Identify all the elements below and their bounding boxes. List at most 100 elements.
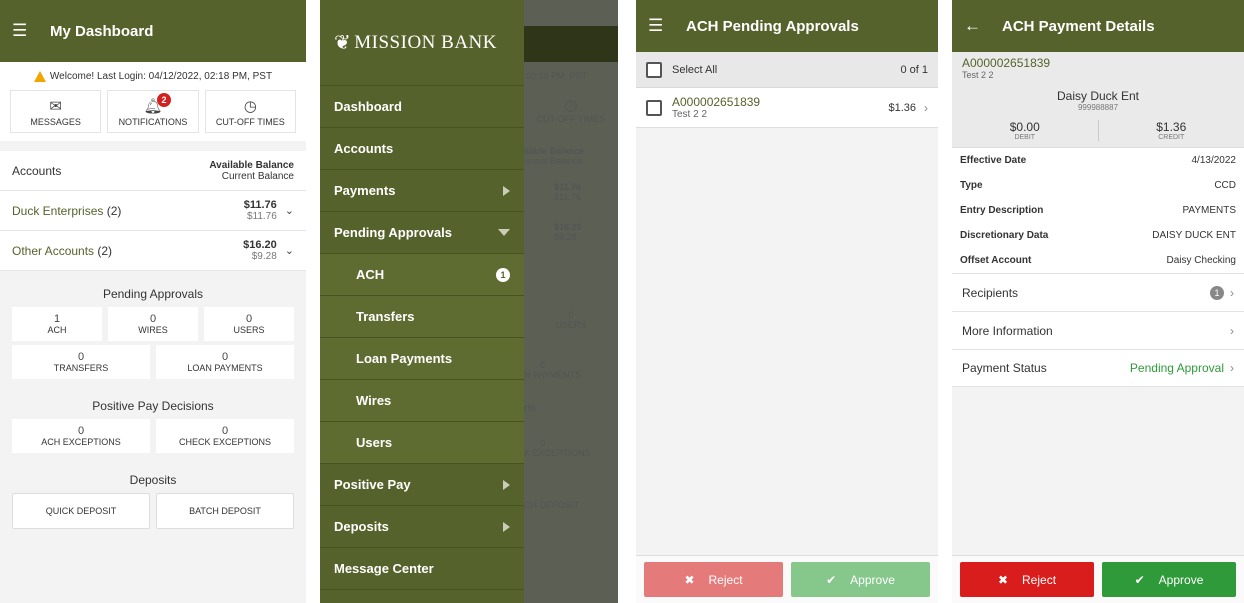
list-item[interactable]: A000002651839 Test 2 2 $1.36 › [636, 88, 938, 128]
count: 0 [149, 313, 157, 325]
positive-pay-section: Positive Pay Decisions 0 ACH EXCEPTIONS 0… [0, 393, 306, 463]
close-icon: ✖ [997, 572, 1009, 587]
current-balance: $11.76 [246, 211, 277, 222]
dim-text: ilable Balance [524, 146, 585, 156]
pending-users-tile[interactable]: 0 USERS [204, 307, 294, 341]
ach-pending-header: ☰ ACH Pending Approvals [636, 0, 938, 52]
batch-deposit-button[interactable]: BATCH DEPOSIT [156, 493, 294, 529]
select-all-checkbox[interactable] [646, 61, 662, 78]
menu-item-accounts[interactable]: Accounts [320, 128, 524, 170]
recipients-count: 1 [1210, 285, 1224, 300]
page-title: ACH Payment Details [1002, 17, 1155, 35]
ach-pending-approvals-screen: ☰ ACH Pending Approvals Select All 0 of … [636, 0, 938, 603]
quick-deposit-button[interactable]: QUICK DEPOSIT [12, 493, 150, 529]
logo-mark-icon: ❦ [334, 32, 352, 54]
pending-ach-tile[interactable]: 1 ACH [12, 307, 102, 341]
notifications-tile[interactable]: 🔔︎ 2 NOTIFICATIONS [107, 90, 199, 133]
item-checkbox[interactable] [646, 99, 662, 116]
more-information-row[interactable]: More Information › [952, 311, 1244, 349]
cutoff-times-tile[interactable]: ◷ CUT-OFF TIMES [204, 90, 296, 133]
count: 0 [245, 313, 253, 325]
menu-label: Pending Approvals [334, 225, 452, 240]
dimmed-dashboard[interactable]: 02:18 PM, PST ◷ CUT-OFF TIMES ilable Bala… [524, 0, 618, 603]
bank-logo: ❦ MISSION BANK [320, 0, 524, 86]
menu-label: Loan Payments [356, 351, 453, 366]
payee-number: 999988887 [1077, 103, 1119, 112]
menu-label: Payments [334, 183, 396, 198]
approve-button[interactable]: ✔ Approve [1102, 562, 1236, 597]
clock-icon: ◷ [564, 97, 578, 114]
pending-transfers-tile[interactable]: 0 TRANSFERS [12, 345, 150, 379]
label: WIRES [138, 325, 168, 335]
payee-name: Daisy Duck Ent [1056, 89, 1140, 103]
menu-item-dashboard[interactable]: Dashboard [320, 86, 524, 128]
menu-item-deposits[interactable]: Deposits [320, 506, 524, 548]
account-group-row[interactable]: Other Accounts (2) $16.20 $9.28 ⌄ [0, 231, 306, 271]
status-value: Pending Approval [1129, 361, 1224, 375]
current-balance-header: Current Balance [221, 170, 294, 182]
account-group-name: Duck Enterprises [12, 203, 104, 218]
hamburger-icon[interactable]: ☰ [648, 16, 674, 36]
bell-icon: 🔔︎ [143, 98, 163, 115]
account-count: (2) [97, 243, 113, 258]
detail-key: Effective Date [960, 155, 1027, 166]
menu-item-users[interactable]: Users [320, 422, 524, 464]
account-group-name: Other Accounts [12, 243, 95, 258]
detail-key: Entry Description [960, 205, 1044, 216]
menu-item-payments[interactable]: Payments [320, 170, 524, 212]
selected-count: 0 of 1 [900, 63, 928, 76]
menu-item-message-center[interactable]: Message Center [320, 548, 524, 590]
menu-item-pending-approvals[interactable]: Pending Approvals [320, 212, 524, 254]
menu-drawer-screen: 02:18 PM, PST ◷ CUT-OFF TIMES ilable Bala… [320, 0, 618, 603]
dim-text: $11.76 [554, 192, 581, 202]
reject-button[interactable]: ✖ Reject [960, 562, 1094, 597]
label: TRANSFERS [53, 363, 109, 373]
ach-exceptions-tile[interactable]: 0 ACH EXCEPTIONS [12, 419, 150, 453]
select-all-row[interactable]: Select All 0 of 1 [636, 52, 938, 88]
menu-item-loan-payments[interactable]: Loan Payments [320, 338, 524, 380]
payment-details-header: ← ACH Payment Details [952, 0, 1244, 52]
detail-value: PAYMENTS [1182, 205, 1236, 216]
count: 0 [221, 425, 229, 437]
dim-text: 0 [568, 310, 574, 320]
check-icon: ✔ [826, 572, 837, 587]
chevron-down-icon[interactable]: ⌄ [285, 244, 294, 257]
detail-key: Discretionary Data [960, 230, 1049, 241]
reject-button[interactable]: ✖ Reject [644, 562, 783, 597]
dim-text: $16.20 [554, 222, 582, 232]
available-balance-header: Available Balance [209, 159, 294, 171]
account-group-row[interactable]: Duck Enterprises (2) $11.76 $11.76 ⌄ [0, 191, 306, 231]
row-label: Payment Status [962, 361, 1047, 375]
messages-tile[interactable]: ✉ MESSAGES [10, 90, 102, 133]
detail-value: Daisy Checking [1166, 255, 1236, 266]
recipients-row[interactable]: Recipients 1 › [952, 273, 1244, 311]
welcome-banner: Welcome! Last Login: 04/12/2022, 02:18 P… [0, 62, 306, 90]
menu-item-wires[interactable]: Wires [320, 380, 524, 422]
approve-button[interactable]: ✔ Approve [791, 562, 930, 597]
menu-item-transfers[interactable]: Transfers [320, 296, 524, 338]
menu-label: ACH [356, 267, 385, 282]
back-arrow-icon[interactable]: ← [964, 16, 990, 36]
chevron-down-icon[interactable]: ⌄ [285, 204, 294, 217]
label: ACH [47, 325, 67, 335]
pending-loan-payments-tile[interactable]: 0 LOAN PAYMENTS [156, 345, 294, 379]
select-all-label: Select All [672, 63, 718, 76]
payment-status-row[interactable]: Payment Status Pending Approval › [952, 349, 1244, 387]
ach-payment-details-screen: ← ACH Payment Details A000002651839 Test… [952, 0, 1244, 603]
account-count: (2) [106, 203, 122, 218]
page-title: ACH Pending Approvals [686, 17, 859, 35]
payment-details-list: Effective Date 4/13/2022 Type CCD Entry De… [952, 148, 1244, 273]
menu-label: Dashboard [334, 99, 402, 114]
payment-description: Test 2 2 [672, 109, 708, 120]
hamburger-icon[interactable]: ☰ [12, 21, 38, 41]
dim-text: K EXCEPTIONS [524, 448, 591, 458]
check-exceptions-tile[interactable]: 0 CHECK EXCEPTIONS [156, 419, 294, 453]
menu-item-ach[interactable]: ACH 1 [320, 254, 524, 296]
page-title: My Dashboard [50, 22, 154, 40]
label: ACH EXCEPTIONS [41, 437, 121, 447]
menu-item-positive-pay[interactable]: Positive Pay [320, 464, 524, 506]
pending-wires-tile[interactable]: 0 WIRES [108, 307, 198, 341]
credit-label: CREDIT [1158, 134, 1185, 141]
detail-value: DAISY DUCK ENT [1152, 230, 1236, 241]
caret-right-icon [503, 479, 510, 490]
